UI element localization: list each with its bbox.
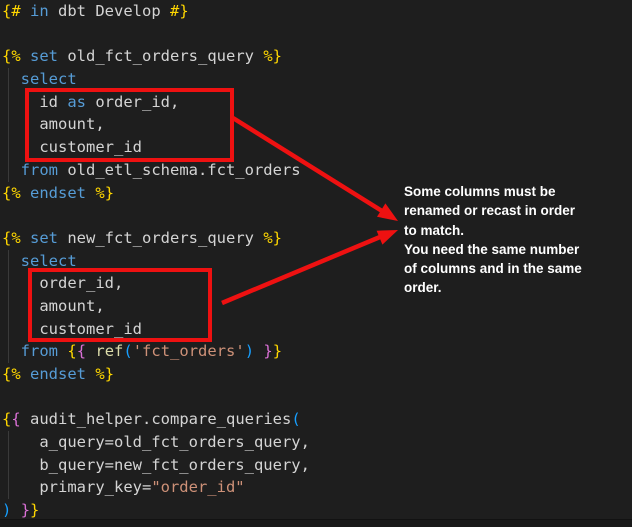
code-token: old_fct_orders_query: [58, 47, 263, 65]
code-token: primary_key=: [2, 478, 151, 496]
code-token: %}: [95, 365, 114, 383]
note-line: You need the same number: [404, 240, 619, 259]
code-token: {%: [2, 184, 21, 202]
code-token: old_etl_schema.fct_orders: [58, 161, 301, 179]
annotation-box-new-columns: [28, 268, 212, 342]
code-token: #}: [170, 2, 189, 20]
code-token: 'fct_orders': [133, 342, 245, 360]
code-line: {% set old_fct_orders_query %}: [2, 45, 632, 68]
code-token: }: [21, 501, 30, 519]
code-line: primary_key="order_id": [2, 476, 632, 499]
code-line: from old_etl_schema.fct_orders: [2, 159, 632, 182]
code-token: [86, 365, 95, 383]
code-token: (: [291, 410, 300, 428]
code-token: endset: [30, 184, 86, 202]
code-token: %}: [95, 184, 114, 202]
code-token: select: [21, 252, 77, 270]
code-token: dbt Develop: [49, 2, 170, 20]
code-token: audit_helper.compare_queries: [21, 410, 292, 428]
note-line: renamed or recast in order: [404, 201, 619, 220]
code-token: ref: [95, 342, 123, 360]
note-line: Some columns must be: [404, 182, 619, 201]
code-token: [86, 184, 95, 202]
code-token: [21, 2, 30, 20]
code-token: endset: [30, 365, 86, 383]
code-token: [58, 342, 67, 360]
code-token: [2, 342, 21, 360]
code-token: set: [30, 47, 58, 65]
indent-guide: [8, 431, 9, 499]
code-token: {%: [2, 47, 21, 65]
code-token: select: [21, 70, 77, 88]
code-token: b_query=new_fct_orders_query,: [2, 456, 310, 474]
code-token: %}: [263, 229, 282, 247]
code-token: in: [30, 2, 49, 20]
code-line: [2, 386, 632, 409]
code-line: {% endset %}: [2, 363, 632, 386]
code-line: b_query=new_fct_orders_query,: [2, 454, 632, 477]
code-token: [11, 501, 20, 519]
code-token: {%: [2, 229, 21, 247]
code-token: [2, 252, 21, 270]
code-line: [2, 23, 632, 46]
code-token: }: [30, 501, 39, 519]
code-editor-screenshot: {# in dbt Develop #} {% set old_fct_orde…: [0, 0, 632, 527]
code-token: (: [123, 342, 132, 360]
annotation-box-old-columns: [25, 88, 234, 162]
code-line: {{ audit_helper.compare_queries(: [2, 408, 632, 431]
code-token: [21, 184, 30, 202]
indent-guide: [8, 68, 9, 182]
code-token: from: [21, 342, 58, 360]
code-line: {# in dbt Develop #}: [2, 0, 632, 23]
code-token: a_query=old_fct_orders_query,: [2, 433, 310, 451]
code-token: new_fct_orders_query: [58, 229, 263, 247]
code-token: {: [2, 410, 11, 428]
code-token: set: [30, 229, 58, 247]
code-token: {: [77, 342, 86, 360]
code-token: [2, 70, 21, 88]
code-token: [21, 229, 30, 247]
code-token: from: [21, 161, 58, 179]
code-token: {: [67, 342, 76, 360]
code-line: from {{ ref('fct_orders') }}: [2, 340, 632, 363]
code-token: }: [273, 342, 282, 360]
indent-guide: [8, 250, 9, 363]
code-line: a_query=old_fct_orders_query,: [2, 431, 632, 454]
code-token: ): [2, 501, 11, 519]
code-token: [254, 342, 263, 360]
code-token: {%: [2, 365, 21, 383]
code-token: }: [263, 342, 272, 360]
code-token: {#: [2, 2, 21, 20]
code-token: {: [11, 410, 20, 428]
code-token: [21, 365, 30, 383]
code-token: "order_id": [151, 478, 244, 496]
code-token: ): [245, 342, 254, 360]
note-line: order.: [404, 278, 619, 297]
note-line: to match.: [404, 221, 619, 240]
horizontal-scrollbar[interactable]: [0, 519, 632, 527]
annotation-note: Some columns must be renamed or recast i…: [404, 182, 619, 298]
code-token: [21, 47, 30, 65]
note-line: of columns and in the same: [404, 259, 619, 278]
code-token: [2, 161, 21, 179]
code-token: [86, 342, 95, 360]
code-token: %}: [263, 47, 282, 65]
